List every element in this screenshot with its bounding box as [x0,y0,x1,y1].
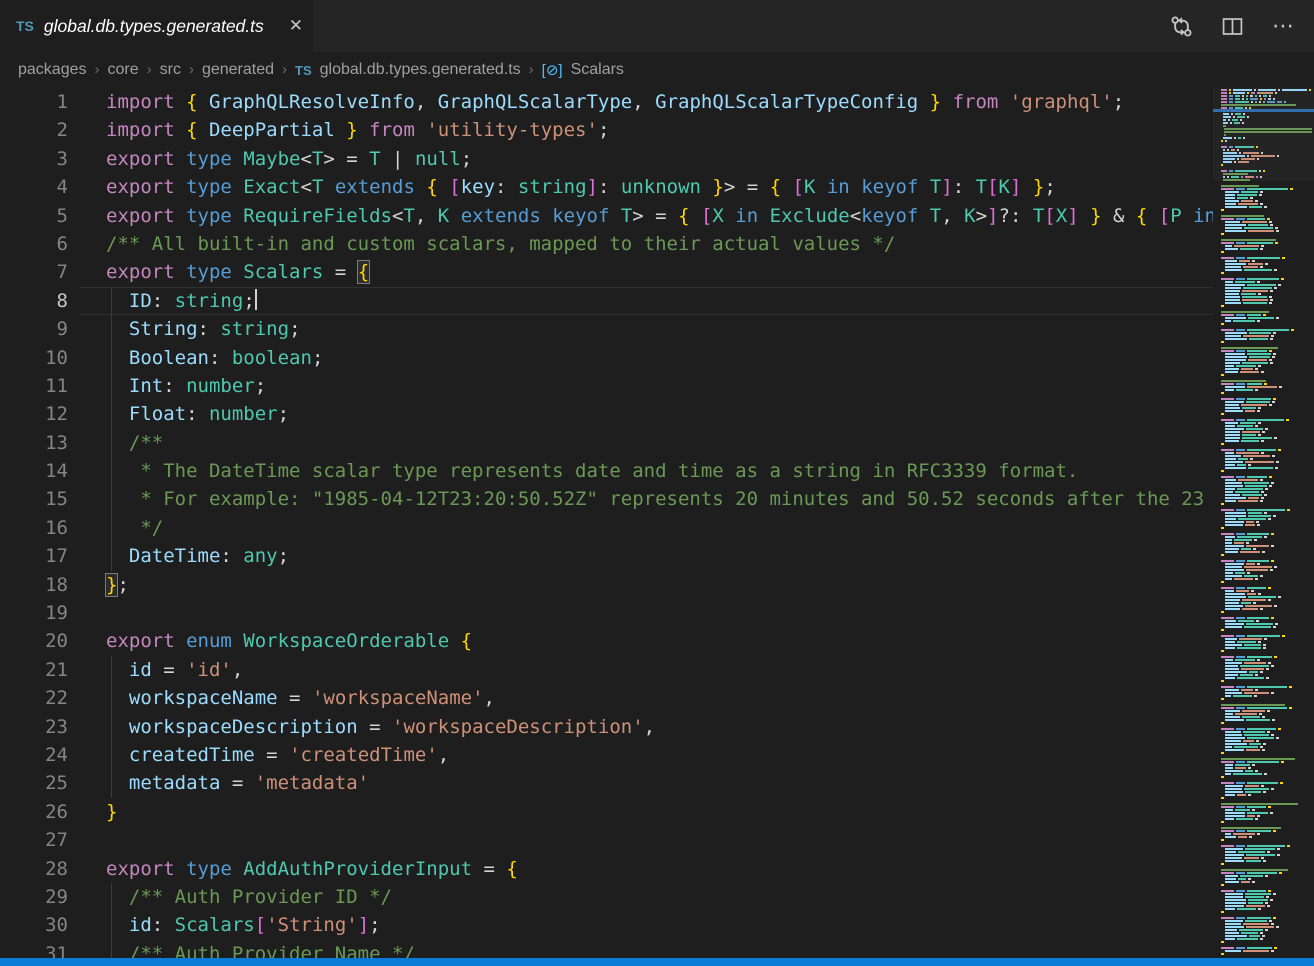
line-number: 24 [0,741,68,769]
line-number: 10 [0,344,68,372]
code-line[interactable]: 8 ID: string; [0,287,1314,315]
line-number: 4 [0,173,68,201]
code-line[interactable]: 23 workspaceDescription = 'workspaceDesc… [0,713,1314,741]
code-line[interactable]: 12 Float: number; [0,400,1314,428]
line-number: 26 [0,798,68,826]
status-bar [0,958,1314,966]
code-line[interactable]: 19 [0,599,1314,627]
line-number: 21 [0,656,68,684]
typescript-file-icon: TS [295,63,312,78]
chevron-right-icon: › [189,61,194,78]
tab-title: global.db.types.generated.ts [44,16,264,37]
split-editor-icon[interactable] [1221,15,1244,38]
line-number: 29 [0,883,68,911]
line-number: 3 [0,145,68,173]
breadcrumb-item-src[interactable]: src [160,61,181,79]
line-number: 23 [0,713,68,741]
code-line[interactable]: 24 createdTime = 'createdTime', [0,741,1314,769]
code-line[interactable]: 17 DateTime: any; [0,542,1314,570]
code-line[interactable]: 1import { GraphQLResolveInfo, GraphQLSca… [0,88,1314,116]
line-number: 7 [0,258,68,286]
code-line[interactable]: 5export type RequireFields<T, K extends … [0,202,1314,230]
line-number: 30 [0,911,68,939]
tab-global-db-types-generated[interactable]: TS global.db.types.generated.ts ✕ [0,0,313,52]
minimap[interactable] [1213,88,1314,958]
symbol-type-icon: [⊘] [542,61,563,79]
code-line[interactable]: 11 Int: number; [0,372,1314,400]
chevron-right-icon: › [529,61,534,78]
line-number: 22 [0,684,68,712]
line-number: 14 [0,457,68,485]
code-line[interactable]: 31 /** Auth Provider Name */ [0,940,1314,958]
line-number: 2 [0,116,68,144]
code-line[interactable]: 16 */ [0,514,1314,542]
code-line[interactable]: 22 workspaceName = 'workspaceName', [0,684,1314,712]
line-number: 17 [0,542,68,570]
line-number: 20 [0,627,68,655]
more-actions-icon[interactable]: ⋯ [1272,15,1294,37]
line-number: 25 [0,769,68,797]
text-cursor [255,289,257,310]
line-number: 6 [0,230,68,258]
code-line[interactable]: 2import { DeepPartial } from 'utility-ty… [0,116,1314,144]
line-number: 1 [0,88,68,116]
code-line[interactable]: 21 id = 'id', [0,656,1314,684]
line-number: 13 [0,429,68,457]
line-number: 27 [0,826,68,854]
code-line[interactable]: 10 Boolean: boolean; [0,344,1314,372]
code-line[interactable]: 28export type AddAuthProviderInput = { [0,855,1314,883]
breadcrumb-item-packages[interactable]: packages [18,61,87,79]
close-icon[interactable]: ✕ [289,16,303,36]
code-editor[interactable]: 1import { GraphQLResolveInfo, GraphQLSca… [0,88,1314,958]
code-line[interactable]: 13 /** [0,429,1314,457]
line-number: 8 [0,287,68,315]
code-line[interactable]: 27 [0,826,1314,854]
typescript-file-icon: TS [16,18,34,34]
code-line[interactable]: 25 metadata = 'metadata' [0,769,1314,797]
line-number: 9 [0,315,68,343]
code-line[interactable]: 26} [0,798,1314,826]
code-line[interactable]: 7export type Scalars = { [0,258,1314,286]
tab-strip-empty-space [313,0,1170,52]
chevron-right-icon: › [147,61,152,78]
line-number: 28 [0,855,68,883]
code-line[interactable]: 9 String: string; [0,315,1314,343]
breadcrumb-item-core[interactable]: core [108,61,139,79]
editor-tab-bar: TS global.db.types.generated.ts ✕ ⋯ [0,0,1314,52]
minimap-slider[interactable] [1213,88,1314,181]
open-changes-icon[interactable] [1170,15,1193,38]
line-number: 15 [0,485,68,513]
line-number: 11 [0,372,68,400]
breadcrumb-item-symbol-scalars[interactable]: Scalars [571,61,624,79]
chevron-right-icon: › [95,61,100,78]
minimap-current-line-marker [1213,109,1314,112]
line-number: 18 [0,571,68,599]
breadcrumb: packages › core › src › generated › TS g… [0,52,1314,88]
line-number: 5 [0,202,68,230]
line-number: 31 [0,940,68,958]
line-number: 19 [0,599,68,627]
code-line[interactable]: 4export type Exact<T extends { [key: str… [0,173,1314,201]
code-line[interactable]: 6/** All built-in and custom scalars, ma… [0,230,1314,258]
code-line[interactable]: 30 id: Scalars['String']; [0,911,1314,939]
code-area[interactable]: 1import { GraphQLResolveInfo, GraphQLSca… [0,88,1314,958]
code-line[interactable]: 29 /** Auth Provider ID */ [0,883,1314,911]
line-number: 16 [0,514,68,542]
code-line[interactable]: 3export type Maybe<T> = T | null; [0,145,1314,173]
chevron-right-icon: › [282,61,287,78]
breadcrumb-item-generated[interactable]: generated [202,61,274,79]
breadcrumb-item-filename[interactable]: global.db.types.generated.ts [320,61,521,79]
code-line[interactable]: 14 * The DateTime scalar type represents… [0,457,1314,485]
line-number: 12 [0,400,68,428]
code-line[interactable]: 20export enum WorkspaceOrderable { [0,627,1314,655]
code-line[interactable]: 15 * For example: "1985-04-12T23:20:50.5… [0,485,1314,513]
code-line[interactable]: 18}; [0,571,1314,599]
